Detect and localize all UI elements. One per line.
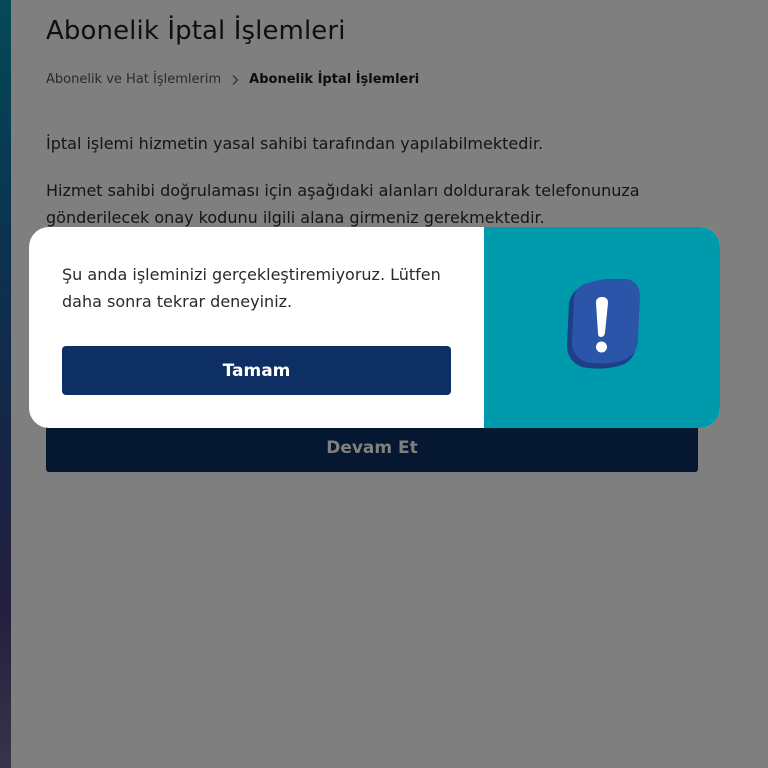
modal-content: Şu anda işleminizi gerçekleştiremiyoruz.… <box>29 227 484 428</box>
exclamation-alert-icon <box>567 279 640 369</box>
error-modal: Şu anda işleminizi gerçekleştiremiyoruz.… <box>29 227 720 428</box>
modal-message: Şu anda işleminizi gerçekleştiremiyoruz.… <box>62 265 441 311</box>
modal-illustration-panel <box>484 227 720 428</box>
ok-button[interactable]: Tamam <box>62 346 451 395</box>
